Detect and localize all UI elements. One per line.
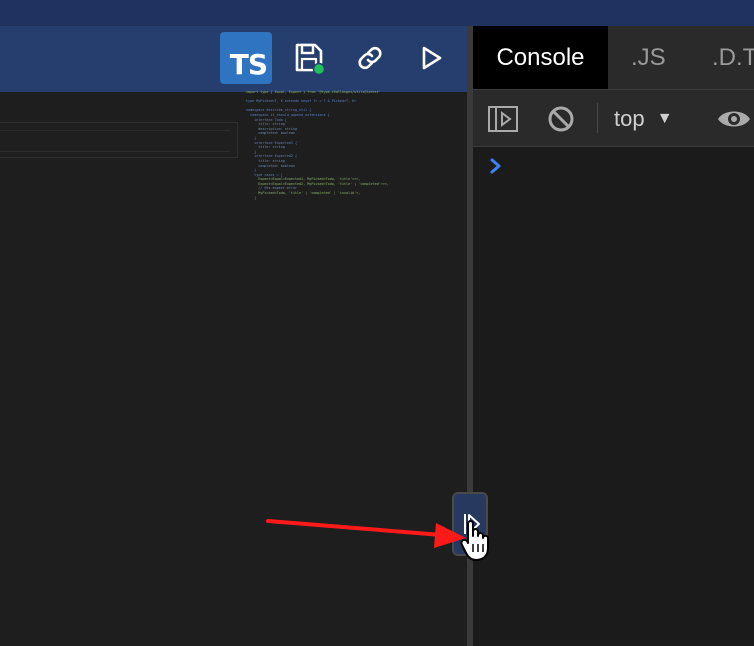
save-icon xyxy=(295,43,326,76)
chevron-right-icon xyxy=(490,158,501,174)
status-dot-icon xyxy=(312,62,326,76)
eye-icon xyxy=(718,111,750,127)
toggle-devtools-button[interactable] xyxy=(452,492,488,556)
editor-find-input[interactable] xyxy=(0,130,230,152)
sidebar-toggle-icon xyxy=(464,514,480,534)
share-link-button[interactable] xyxy=(352,40,388,76)
show-sidebar-button[interactable] xyxy=(487,103,519,135)
block-icon xyxy=(548,106,574,132)
context-selector[interactable]: top ▼ xyxy=(614,103,673,135)
app-top-strip xyxy=(0,0,754,26)
tab-console[interactable]: Console xyxy=(473,26,608,89)
run-button[interactable] xyxy=(413,40,449,76)
editor-minimap[interactable]: import type { Equal, Expect } from '@typ… xyxy=(246,90,396,200)
context-selector-label: top xyxy=(614,106,645,131)
sidebar-toggle-icon xyxy=(488,106,518,132)
console-prompt[interactable] xyxy=(488,157,504,175)
live-expression-button[interactable] xyxy=(716,103,750,135)
toolbar-divider xyxy=(597,103,598,133)
save-button[interactable] xyxy=(291,40,327,76)
minimap-line: import type { Equal, Expect } from '@typ… xyxy=(246,90,381,94)
code-editor[interactable] xyxy=(0,92,467,646)
typescript-badge-label: TS xyxy=(229,48,268,81)
typescript-badge[interactable]: TS xyxy=(220,32,272,84)
clear-console-button[interactable] xyxy=(545,103,577,135)
link-icon xyxy=(358,46,382,70)
play-icon xyxy=(422,46,442,70)
tab-js[interactable]: .JS xyxy=(631,26,666,89)
chevron-down-icon: ▼ xyxy=(656,110,673,127)
tab-dts[interactable]: .D.T xyxy=(712,26,754,89)
